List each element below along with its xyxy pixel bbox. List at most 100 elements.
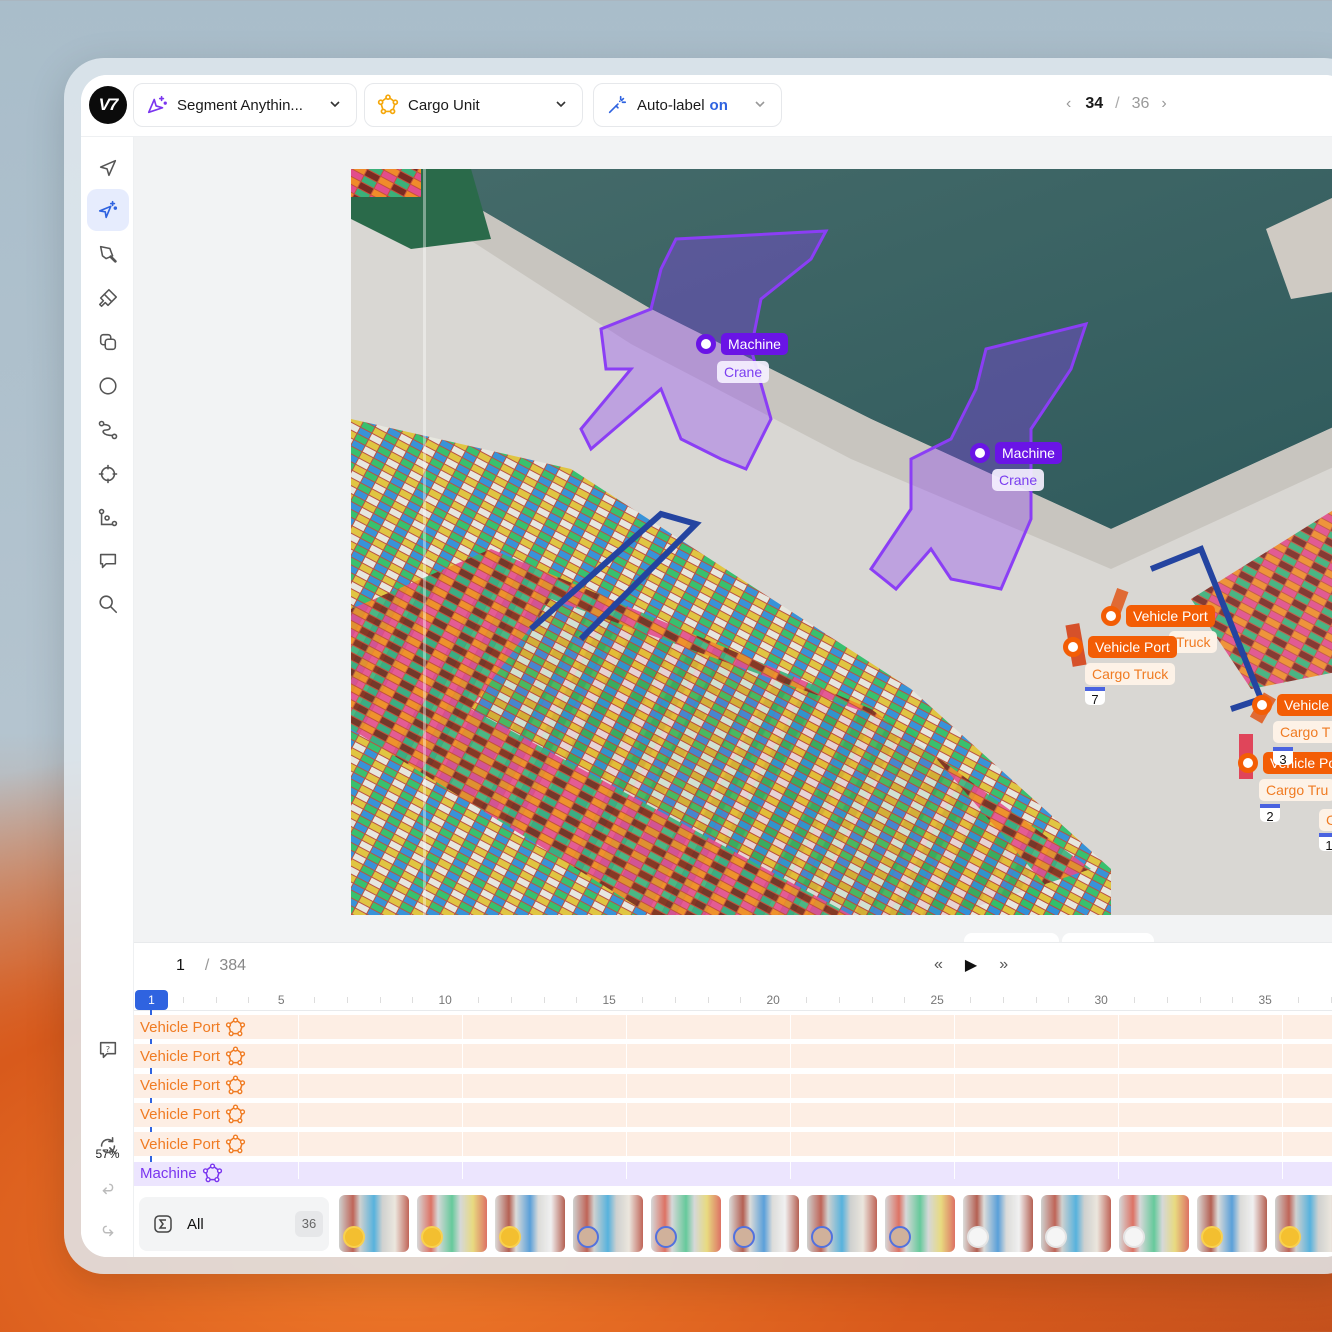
comment-tool[interactable] xyxy=(87,540,129,582)
item-thumbnail[interactable] xyxy=(1197,1195,1267,1252)
total-frames: 384 xyxy=(219,957,247,974)
next-frame-button[interactable]: » xyxy=(999,956,1008,974)
polyline-tool[interactable] xyxy=(87,409,129,451)
annotation-app: V7 Segment Anythin... Cargo Unit Auto-la… xyxy=(81,75,1332,1257)
keypoint-tool[interactable] xyxy=(87,453,129,495)
ruler-tick xyxy=(871,997,873,1003)
class-dropdown[interactable]: Cargo Unit xyxy=(364,83,583,127)
prev-item-button[interactable]: ‹ xyxy=(1066,95,1071,113)
cargo-avatar-icon xyxy=(1201,1226,1223,1248)
truck-handle[interactable] xyxy=(1063,637,1083,657)
timeline-gridline xyxy=(953,1011,955,1179)
ruler-tick xyxy=(478,997,479,1003)
timeline-track[interactable]: Vehicle Port xyxy=(134,1132,1332,1157)
item-thumbnail[interactable] xyxy=(729,1195,799,1252)
sparkle-cursor-icon xyxy=(146,94,168,116)
cargo-avatar-icon xyxy=(499,1226,521,1248)
timeline-track[interactable]: Vehicle Port xyxy=(134,1102,1332,1127)
truck-handle[interactable] xyxy=(1101,606,1121,626)
port-aerial-image[interactable]: Machine Crane Machine Crane Truck Vehicl… xyxy=(351,169,1332,915)
track-id-badge: 2 xyxy=(1260,804,1280,824)
select-tool[interactable] xyxy=(87,147,129,189)
track-label: Vehicle Port xyxy=(140,1135,221,1153)
auto-annotate-tool[interactable] xyxy=(87,189,129,231)
frame-ruler[interactable]: 1 5 10 15 20 25 30 35 xyxy=(134,987,1332,1011)
ruler-tick xyxy=(510,997,512,1003)
ruler-label: 10 xyxy=(438,993,452,1007)
annotation-subtype-label[interactable]: Crane xyxy=(992,469,1045,491)
auto-label-dropdown[interactable]: Auto-label on xyxy=(593,83,782,127)
auto-label-state: on xyxy=(709,96,728,114)
annotation-class-label[interactable]: Machine xyxy=(721,333,788,355)
next-item-button[interactable]: › xyxy=(1161,95,1166,113)
ruler-tick xyxy=(1068,997,1070,1003)
item-thumbnail[interactable] xyxy=(963,1195,1033,1252)
ruler-tick xyxy=(412,997,414,1003)
skeleton-icon xyxy=(98,508,118,527)
current-frame[interactable]: 1 xyxy=(176,957,185,975)
ruler-tick xyxy=(248,997,250,1003)
annotation-subtype-label[interactable]: Cargo Truck xyxy=(1085,663,1176,685)
brush-tool[interactable] xyxy=(87,277,129,319)
clone-tool[interactable] xyxy=(87,321,129,363)
annotation-class-label[interactable]: Machine xyxy=(995,442,1062,464)
ruler-label: 30 xyxy=(1094,993,1108,1007)
play-button[interactable]: ▶ xyxy=(965,955,977,975)
auto-label-text: Auto-label xyxy=(637,96,705,114)
item-thumbnail[interactable] xyxy=(339,1195,409,1252)
item-thumbnail[interactable] xyxy=(573,1195,643,1252)
help-button[interactable]: ? xyxy=(87,1029,129,1071)
ruler-tick xyxy=(346,997,348,1003)
annotation-subtype-label[interactable]: Cargo T xyxy=(1273,721,1332,743)
undo-button[interactable] xyxy=(87,1167,129,1209)
ruler-label: 15 xyxy=(602,993,616,1007)
image-canvas[interactable]: Machine Crane Machine Crane Truck Vehicl… xyxy=(134,137,1332,943)
cargo-avatar-icon xyxy=(421,1226,443,1248)
frame-counter: 1 / 384 xyxy=(176,957,246,975)
item-thumbnail[interactable] xyxy=(1275,1195,1332,1252)
annotation-subtype-label[interactable]: Cargo Tru xyxy=(1259,779,1332,801)
item-thumbnail[interactable] xyxy=(807,1195,877,1252)
zoom-tool[interactable] xyxy=(87,583,129,625)
item-thumbnail[interactable] xyxy=(495,1195,565,1252)
annotation-subtype-label[interactable]: Crane xyxy=(717,361,770,383)
crane-2-handle[interactable] xyxy=(970,443,990,463)
reset-view-button[interactable] xyxy=(87,1125,129,1167)
annotation-subtype-label[interactable]: C xyxy=(1319,809,1332,831)
skeleton-tool[interactable] xyxy=(87,497,129,539)
crane-1-handle[interactable] xyxy=(696,334,716,354)
pen-tool[interactable] xyxy=(87,233,129,275)
user-avatar xyxy=(811,1226,833,1248)
item-thumbnail[interactable] xyxy=(417,1195,487,1252)
model-dropdown-label: Segment Anythin... xyxy=(177,96,303,114)
pen-icon xyxy=(99,245,117,263)
redo-button[interactable] xyxy=(87,1209,129,1251)
item-thumbnail[interactable] xyxy=(885,1195,955,1252)
previous-frame-button[interactable]: « xyxy=(934,956,943,974)
timeline-gridline xyxy=(789,1011,791,1179)
timeline-track[interactable]: Machine xyxy=(134,1161,1332,1186)
annotation-class-label[interactable]: Vehicle Port xyxy=(1126,605,1215,627)
video-timeline: 1 / 384 « ▶ » 1 5 10 15 20 25 30 35 Vehicle Po… xyxy=(134,942,1332,1195)
item-thumbnail[interactable] xyxy=(651,1195,721,1252)
model-dropdown[interactable]: Segment Anythin... xyxy=(133,83,357,127)
truck-handle[interactable] xyxy=(1238,753,1258,773)
total-items: 36 xyxy=(1131,95,1150,112)
item-thumbnail[interactable] xyxy=(1041,1195,1111,1252)
timeline-track[interactable]: Vehicle Port xyxy=(134,1073,1332,1098)
truck-handle[interactable] xyxy=(1252,695,1272,715)
comment-icon xyxy=(99,553,117,569)
user-avatar xyxy=(889,1226,911,1248)
ruler-tick xyxy=(1166,997,1168,1003)
annotation-class-label[interactable]: Vehicle xyxy=(1277,694,1332,716)
timeline-gridline xyxy=(297,1011,299,1179)
annotation-class-label[interactable]: Vehicle Port xyxy=(1088,636,1177,658)
playhead-badge[interactable]: 1 xyxy=(135,990,168,1010)
v7-logo[interactable]: V7 xyxy=(89,86,127,124)
filter-all-button[interactable]: All 36 xyxy=(139,1197,329,1251)
item-thumbnail[interactable] xyxy=(1119,1195,1189,1252)
ellipse-tool[interactable] xyxy=(87,365,129,407)
timeline-track[interactable]: Vehicle Port xyxy=(134,1015,1332,1039)
reset-view-icon xyxy=(100,1136,117,1155)
timeline-track[interactable]: Vehicle Port xyxy=(134,1044,1332,1069)
